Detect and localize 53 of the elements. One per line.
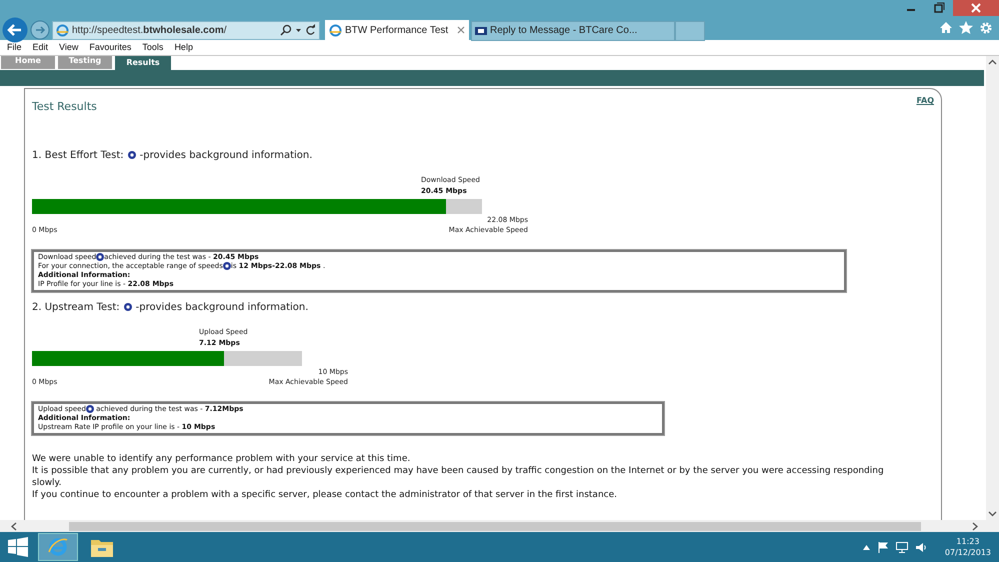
url-text: http://speedtest.btwholesale.com/ — [72, 24, 228, 38]
clock-time[interactable]: 11:23 — [956, 536, 980, 547]
ie-logo-icon — [329, 24, 342, 36]
menu-item[interactable]: Edit — [32, 40, 48, 54]
close-icon[interactable] — [953, 0, 999, 16]
star-icon[interactable] — [959, 21, 973, 34]
scroll-thumb[interactable] — [68, 522, 920, 530]
help-icon[interactable] — [128, 151, 136, 159]
windows-logo-icon[interactable] — [8, 537, 28, 557]
menu-item[interactable]: File — [7, 40, 22, 54]
menu-item[interactable]: View — [59, 40, 78, 54]
close-tab-icon[interactable] — [457, 26, 465, 34]
summary-text: It is possible that any problem you are currently, or had previously experienced may have been caused by traffic congestion on the Internet or by the server you were accessing responding slowly. — [32, 464, 885, 488]
home-icon[interactable] — [939, 21, 953, 34]
tab-title: BTW Performance Test — [345, 24, 450, 38]
help-icon[interactable] — [124, 303, 132, 311]
refresh-icon[interactable] — [305, 24, 316, 36]
section-note: -provides background information. — [136, 300, 308, 314]
menu-item[interactable]: Favourites — [89, 40, 132, 54]
bt-logo-icon — [475, 26, 487, 34]
section-heading: 2. Upstream Test: — [32, 300, 120, 314]
faq-link[interactable]: FAQ — [916, 95, 934, 116]
speaker-icon[interactable] — [916, 542, 927, 552]
menu-item[interactable]: Tools — [142, 40, 164, 54]
network-icon[interactable] — [896, 542, 908, 552]
site-tab[interactable]: Results — [115, 56, 171, 70]
ie-logo-icon — [56, 24, 69, 36]
section-note: -provides background information. — [140, 148, 312, 162]
horizontal-scrollbar[interactable] — [0, 520, 999, 532]
flag-icon[interactable] — [878, 542, 888, 552]
section-heading: 1. Best Effort Test: — [32, 148, 124, 162]
help-icon[interactable] — [86, 405, 94, 413]
help-icon[interactable] — [222, 262, 231, 270]
tray-arrow-icon[interactable] — [862, 544, 870, 550]
tab-title: Reply to Message - BTCare Co... — [490, 24, 638, 38]
clock-date[interactable]: 07/12/2013 — [944, 547, 991, 558]
ie-logo-icon — [47, 536, 69, 558]
scroll-up-icon[interactable] — [988, 58, 997, 67]
search-icon[interactable] — [280, 24, 292, 36]
scroll-down-icon[interactable] — [988, 509, 997, 518]
settings-icon[interactable] — [979, 21, 993, 35]
scroll-left-icon[interactable] — [10, 522, 18, 530]
menu-item[interactable]: Help — [174, 40, 193, 54]
back-icon[interactable] — [2, 17, 28, 43]
scroll-right-icon[interactable] — [971, 522, 979, 530]
summary-text: We were unable to identify any performance problem with your service at this time. — [32, 452, 412, 464]
page-title: Test Results — [32, 99, 97, 115]
browser-tab[interactable]: BTW Performance Test — [325, 20, 469, 40]
browser-tab[interactable]: Reply to Message - BTCare Co... — [471, 20, 675, 40]
summary-text: If you continue to encounter a problem with a specific server, please contact the administrator of that server in the first instance. — [32, 488, 618, 500]
vertical-scrollbar[interactable] — [986, 56, 999, 520]
address-bar[interactable]: http://speedtest.btwholesale.com/ — [52, 20, 320, 40]
help-icon[interactable] — [96, 253, 104, 261]
